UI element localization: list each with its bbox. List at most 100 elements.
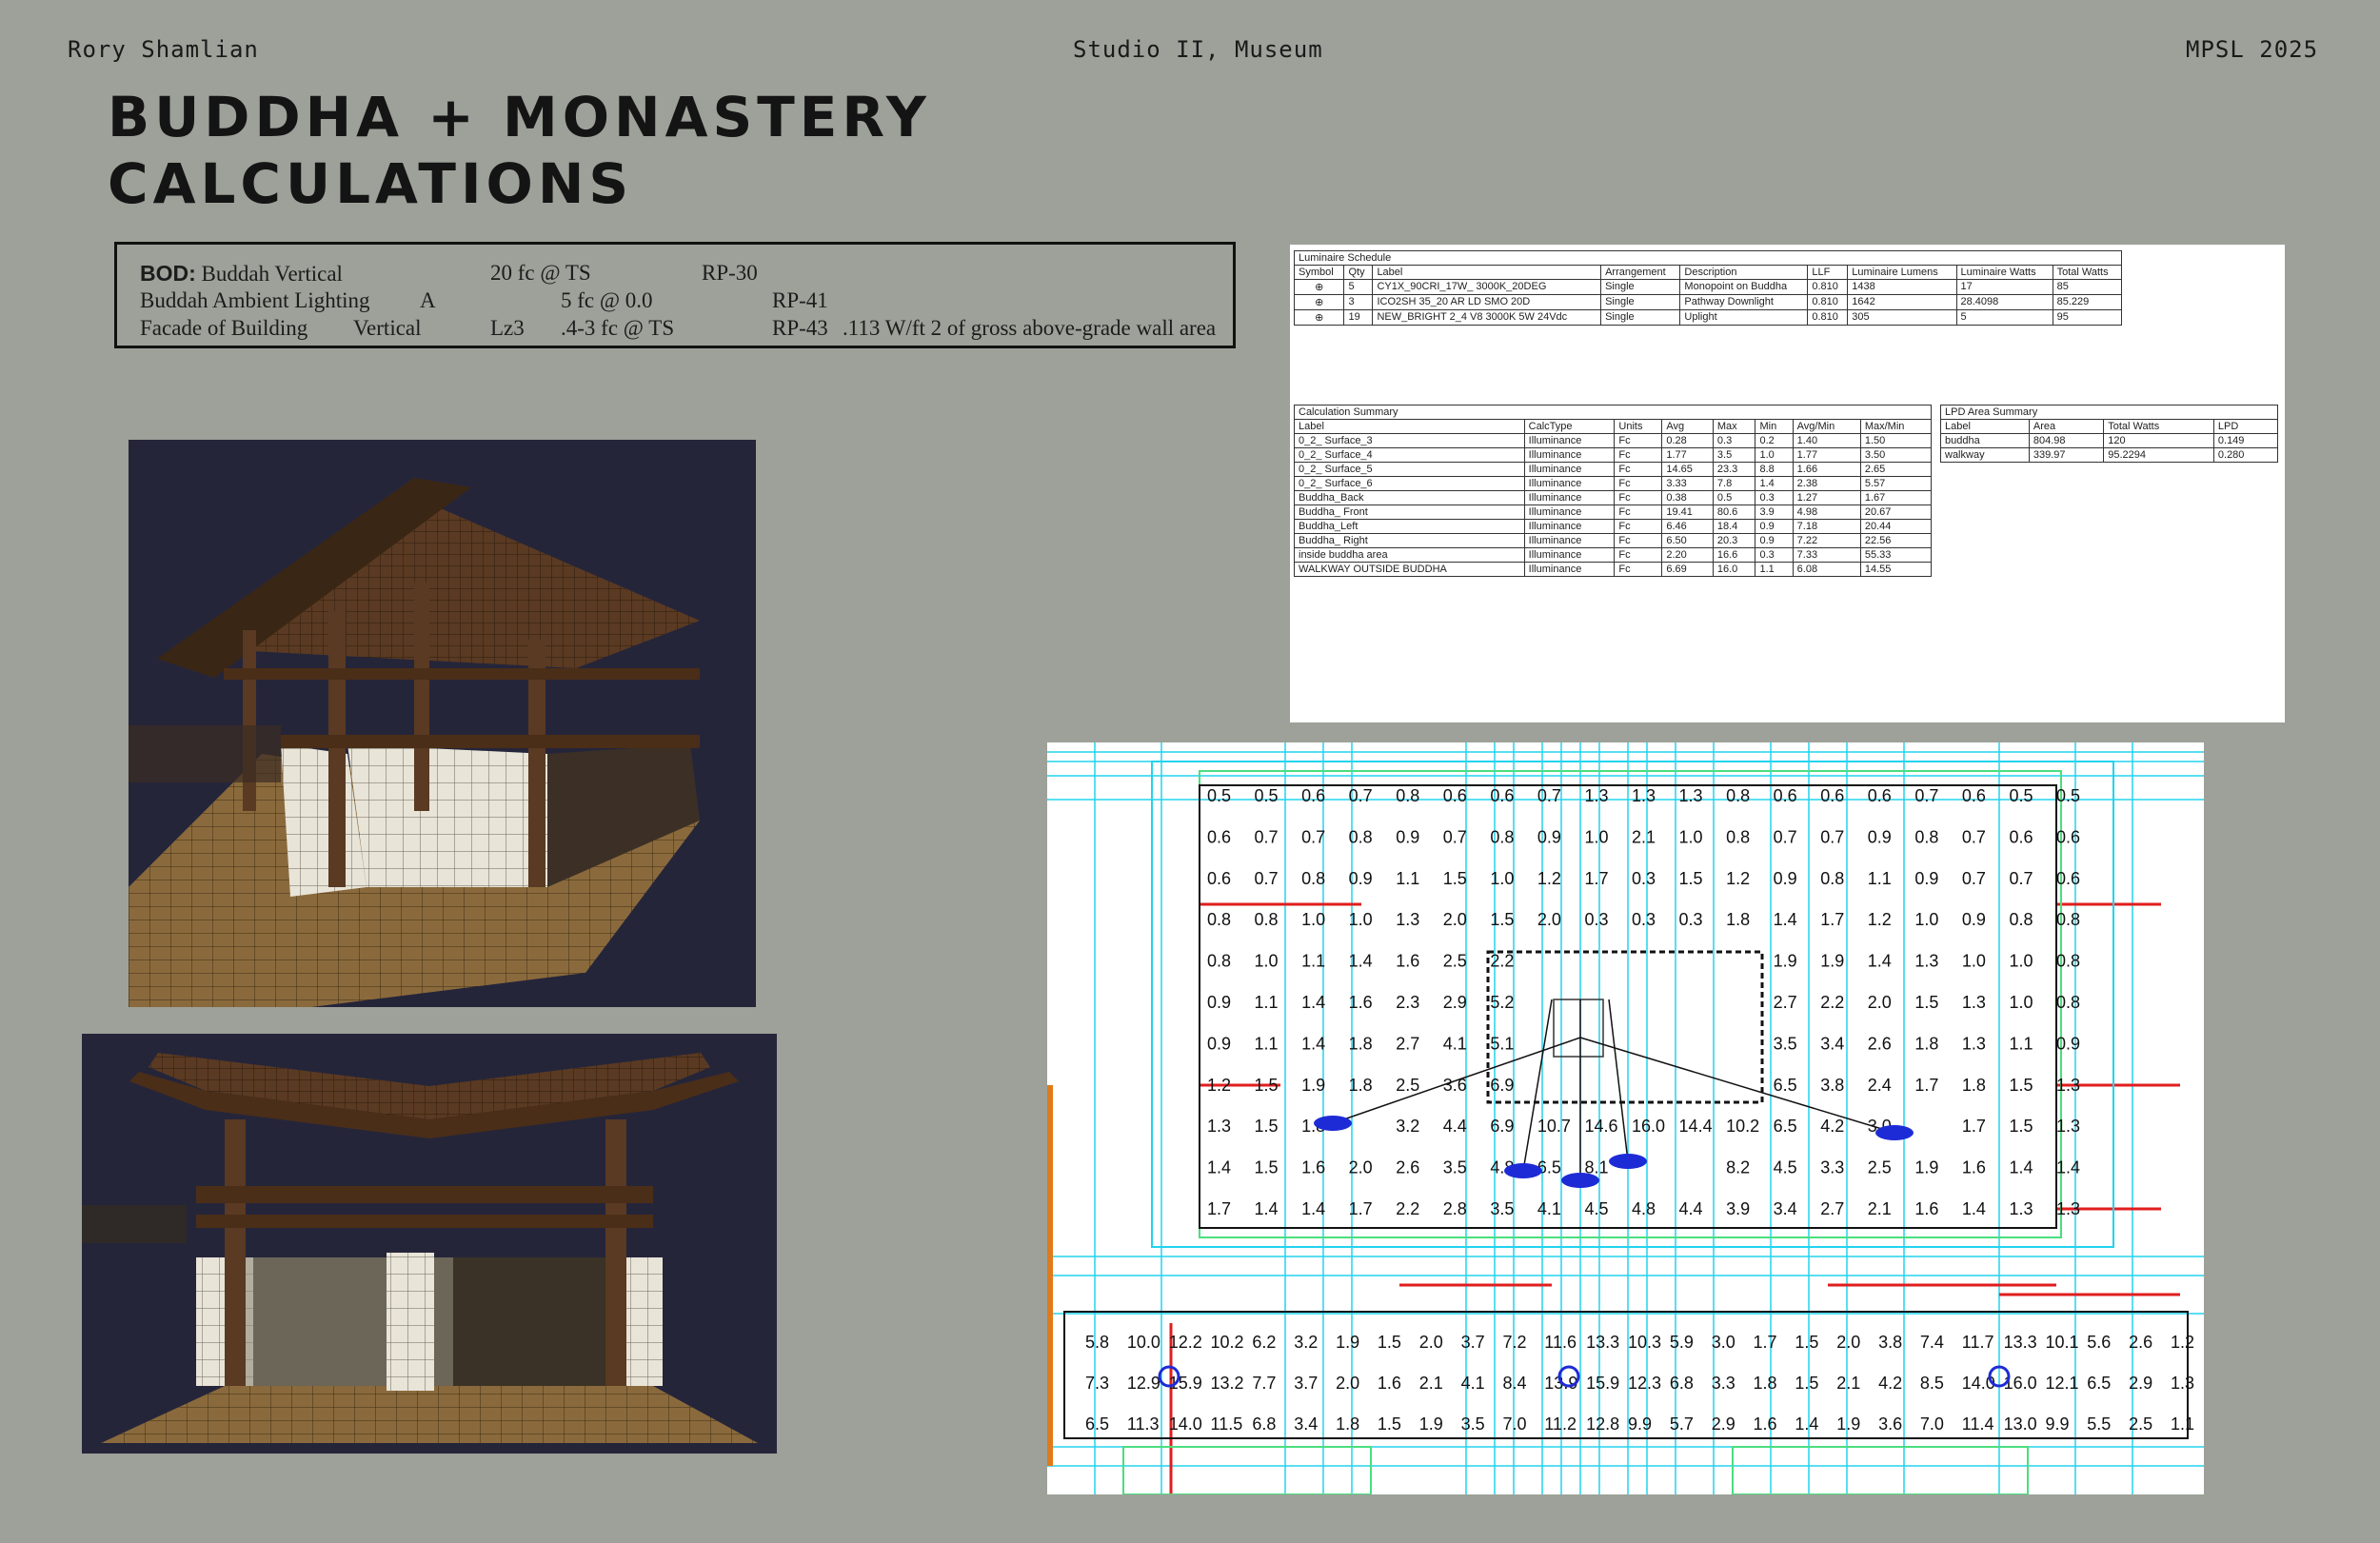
illuminance-value: 3.6 bbox=[1878, 1414, 1902, 1434]
illuminance-value: 6.8 bbox=[1252, 1414, 1276, 1434]
bod-row-3-target: .4-3 fc @ TS bbox=[561, 316, 675, 340]
illuminance-value: 3.0 bbox=[1712, 1333, 1735, 1352]
bod-row-3-zone: Vertical bbox=[353, 316, 422, 340]
illuminance-value: 1.8 bbox=[1962, 1076, 1986, 1095]
illuminance-value: 1.6 bbox=[1378, 1374, 1401, 1393]
luminaire-symbol-icon: ⊕ bbox=[1293, 309, 1345, 326]
illuminance-value: 1.0 bbox=[1255, 952, 1279, 971]
illuminance-value: 7.4 bbox=[1920, 1333, 1944, 1352]
illuminance-value: 2.7 bbox=[1774, 993, 1797, 1012]
illuminance-value: 1.3 bbox=[1679, 786, 1703, 805]
calculation-summary-row: Buddha_Left Illuminance Fc 6.46 18.4 0.9 7.18 2… bbox=[1294, 519, 1933, 534]
illuminance-value: 1.5 bbox=[1914, 993, 1938, 1012]
author-name: Rory Shamlian bbox=[68, 36, 259, 63]
illuminance-value: 5.5 bbox=[2087, 1414, 2111, 1434]
calculation-summary-cell: 1.77 bbox=[1792, 447, 1861, 463]
illuminance-value: 0.8 bbox=[2056, 993, 2080, 1012]
calculation-summary-cell: 23.3 bbox=[1712, 462, 1756, 477]
lpd-summary-row: walkway 339.97 95.2294 0.280 bbox=[1940, 447, 2279, 463]
calculation-summary-cell: 14.55 bbox=[1859, 562, 1933, 577]
illuminance-value: 4.1 bbox=[1461, 1374, 1485, 1393]
illuminance-value: 5.7 bbox=[1670, 1414, 1694, 1434]
illuminance-value: 1.3 bbox=[2171, 1374, 2194, 1393]
illuminance-value: 14.0 bbox=[1169, 1414, 1202, 1434]
illuminance-value: 1.4 bbox=[1255, 1199, 1279, 1218]
illuminance-value: 3.4 bbox=[1294, 1414, 1318, 1434]
calculation-summary-cell: 1.66 bbox=[1792, 462, 1861, 477]
illuminance-value: 0.6 bbox=[1490, 786, 1514, 805]
luminaire-schedule-row: ⊕ 5 CY1X_90CRI_17W_ 3000K_20DEG Single Monop… bbox=[1293, 279, 2123, 295]
illuminance-value: 11.7 bbox=[1962, 1333, 1994, 1352]
bod-row-1: BOD: Buddah Vertical bbox=[140, 261, 343, 287]
illuminance-value: 1.9 bbox=[1836, 1414, 1860, 1434]
illuminance-value: 11.2 bbox=[1544, 1414, 1577, 1434]
illuminance-value: 2.6 bbox=[1396, 1158, 1419, 1177]
calculation-summary-cell: 80.6 bbox=[1712, 504, 1756, 520]
illuminance-value: 1.6 bbox=[1396, 952, 1419, 971]
spotlight-fixture-icon bbox=[1561, 1173, 1599, 1188]
luminaire-schedule-cell: NEW_BRIGHT 2_4 V8 3000K 5W 24Vdc bbox=[1372, 309, 1602, 326]
illuminance-value: 0.8 bbox=[1490, 827, 1514, 846]
illuminance-value: 1.4 bbox=[1349, 952, 1373, 971]
illuminance-value: 1.9 bbox=[1301, 1076, 1325, 1095]
calculation-summary-cell: 0.3 bbox=[1755, 547, 1794, 563]
calculation-summary-cell: 1.4 bbox=[1755, 476, 1794, 491]
illuminance-value: 2.0 bbox=[1349, 1158, 1373, 1177]
lpd-summary-cell: walkway bbox=[1940, 447, 2030, 463]
illuminance-value: 2.0 bbox=[1868, 993, 1892, 1012]
illuminance-value: 13.0 bbox=[2004, 1414, 2037, 1434]
calculation-summary-cell: Illuminance bbox=[1523, 476, 1616, 491]
calculation-summary-cell: 6.50 bbox=[1661, 533, 1714, 548]
illuminance-value: 1.8 bbox=[1914, 1034, 1938, 1053]
illuminance-value: 1.4 bbox=[2056, 1158, 2080, 1177]
illuminance-value: 0.3 bbox=[1632, 869, 1656, 888]
calculation-summary-row: Buddha_ Right Illuminance Fc 6.50 20.3 0.9 7.2… bbox=[1294, 533, 1933, 548]
illuminance-value: 1.4 bbox=[1795, 1414, 1818, 1434]
luminaire-schedule-header: Total Watts bbox=[2052, 265, 2123, 280]
illuminance-value: 7.3 bbox=[1085, 1374, 1109, 1393]
luminaire-schedule-cell: 305 bbox=[1847, 309, 1957, 326]
calculation-summary-cell: Illuminance bbox=[1523, 490, 1616, 505]
illuminance-value: 1.0 bbox=[1914, 910, 1938, 929]
calculation-summary-header: Max bbox=[1712, 419, 1756, 434]
illuminance-value: 1.5 bbox=[1490, 910, 1514, 929]
luminaire-schedule-cell: 95 bbox=[2052, 309, 2123, 326]
illuminance-value: 0.3 bbox=[1679, 910, 1703, 929]
illuminance-value: 1.0 bbox=[1490, 869, 1514, 888]
illuminance-value: 0.6 bbox=[1207, 827, 1231, 846]
luminaire-schedule-row: ⊕ 3 ICO2SH 35_20 AR LD SMO 20D Single Pathwa… bbox=[1293, 294, 2123, 310]
luminaire-schedule-cell: Uplight bbox=[1679, 309, 1809, 326]
illuminance-value: 5.6 bbox=[2087, 1333, 2111, 1352]
illuminance-value: 1.7 bbox=[1820, 910, 1844, 929]
calculation-sheet: Luminaire Schedule Symbol Qty Label Arrange… bbox=[1290, 245, 2285, 722]
pavilion-render-perspective bbox=[129, 440, 756, 1007]
lpd-summary-cell: 120 bbox=[2103, 433, 2214, 448]
calculation-summary-cell: Illuminance bbox=[1523, 433, 1616, 448]
illuminance-value: 13.3 bbox=[1586, 1333, 1619, 1352]
calculation-summary-row: Buddha_Back Illuminance Fc 0.38 0.5 0.3 1.27 1.… bbox=[1294, 490, 1933, 505]
illuminance-value: 12.1 bbox=[2045, 1374, 2078, 1393]
illuminance-value: 0.8 bbox=[1914, 827, 1938, 846]
illuminance-value: 3.5 bbox=[1443, 1158, 1467, 1177]
illuminance-value: 0.7 bbox=[1443, 827, 1467, 846]
illuminance-value: 8.4 bbox=[1502, 1374, 1526, 1393]
illuminance-value: 1.4 bbox=[1962, 1199, 1986, 1218]
bod-row-1-target: 20 fc @ TS bbox=[490, 261, 591, 285]
illuminance-value: 2.0 bbox=[1419, 1333, 1443, 1352]
illuminance-value: 0.6 bbox=[2056, 869, 2080, 888]
illuminance-value: 6.5 bbox=[1085, 1414, 1109, 1434]
lpd-summary-cell: 339.97 bbox=[2028, 447, 2105, 463]
bod-row-3-note: .113 W/ft 2 of gross above-grade wall ar… bbox=[843, 316, 1217, 340]
illuminance-value: 0.8 bbox=[1726, 827, 1750, 846]
bod-prefix: BOD: bbox=[140, 261, 196, 286]
illuminance-value: 0.6 bbox=[1820, 786, 1844, 805]
illuminance-value: 1.6 bbox=[1349, 993, 1373, 1012]
illuminance-value: 14.6 bbox=[1584, 1117, 1617, 1136]
calculation-summary-header: Avg bbox=[1661, 419, 1714, 434]
illuminance-value: 0.8 bbox=[1207, 952, 1231, 971]
illuminance-value: 0.9 bbox=[1207, 993, 1231, 1012]
illuminance-value: 0.8 bbox=[1396, 786, 1419, 805]
illuminance-value: 2.0 bbox=[1836, 1333, 1860, 1352]
calculation-summary-cell: Fc bbox=[1614, 504, 1663, 520]
calculation-summary-cell: 0_2_ Surface_5 bbox=[1294, 462, 1525, 477]
